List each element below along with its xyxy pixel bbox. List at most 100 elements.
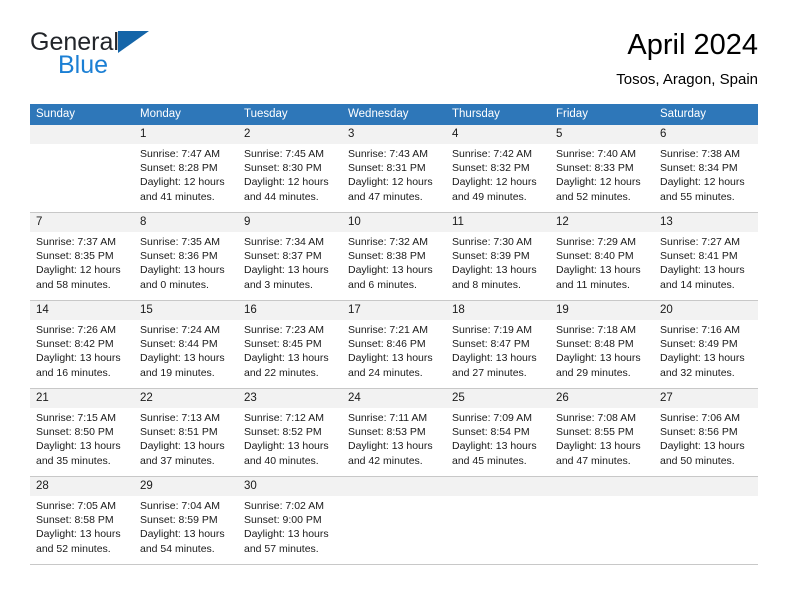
day-cell[interactable]: Sunrise: 7:13 AM Sunset: 8:51 PM Daylight:…	[134, 408, 238, 476]
day-number[interactable]: 3	[342, 125, 446, 144]
sunset-text: Sunset: 8:47 PM	[452, 338, 530, 351]
daylight-text-line2: and 57 minutes.	[244, 542, 319, 555]
day-cell[interactable]: Sunrise: 7:45 AM Sunset: 8:30 PM Daylight:…	[238, 144, 342, 212]
sunrise-text: Sunrise: 7:08 AM	[556, 412, 636, 424]
day-number-row: 21 22 23 24 25 26 27	[30, 389, 758, 408]
daylight-text-line1: Daylight: 13 hours	[244, 264, 329, 277]
daylight-text-line2: and 37 minutes.	[140, 454, 215, 467]
day-cell[interactable]: Sunrise: 7:16 AM Sunset: 8:49 PM Daylight:…	[654, 320, 758, 388]
day-number[interactable]: 14	[30, 301, 134, 320]
day-cell[interactable]: Sunrise: 7:06 AM Sunset: 8:56 PM Daylight:…	[654, 408, 758, 476]
day-cell[interactable]: Sunrise: 7:32 AM Sunset: 8:38 PM Daylight:…	[342, 232, 446, 300]
day-cell[interactable]: Sunrise: 7:02 AM Sunset: 9:00 PM Daylight:…	[238, 496, 342, 564]
sunrise-text: Sunrise: 7:38 AM	[660, 148, 740, 160]
daylight-text-line2: and 35 minutes.	[36, 454, 111, 467]
daylight-text-line2: and 3 minutes.	[244, 278, 313, 291]
day-cell[interactable]: Sunrise: 7:34 AM Sunset: 8:37 PM Daylight:…	[238, 232, 342, 300]
sunrise-text: Sunrise: 7:02 AM	[244, 500, 324, 512]
daylight-text-line1: Daylight: 13 hours	[556, 264, 641, 277]
daylight-text-line2: and 14 minutes.	[660, 278, 735, 291]
daylight-text-line2: and 11 minutes.	[556, 278, 630, 291]
sunrise-text: Sunrise: 7:35 AM	[140, 236, 220, 248]
day-cell[interactable]: Sunrise: 7:40 AM Sunset: 8:33 PM Daylight:…	[550, 144, 654, 212]
daylight-text-line1: Daylight: 13 hours	[36, 352, 121, 365]
day-number[interactable]: 24	[342, 389, 446, 408]
day-cell[interactable]: Sunrise: 7:43 AM Sunset: 8:31 PM Daylight:…	[342, 144, 446, 212]
day-cell[interactable]: Sunrise: 7:11 AM Sunset: 8:53 PM Daylight:…	[342, 408, 446, 476]
day-cell[interactable]: Sunrise: 7:23 AM Sunset: 8:45 PM Daylight:…	[238, 320, 342, 388]
daylight-text-line1: Daylight: 13 hours	[348, 264, 433, 277]
day-cell[interactable]: Sunrise: 7:19 AM Sunset: 8:47 PM Daylight:…	[446, 320, 550, 388]
daylight-text-line1: Daylight: 12 hours	[556, 176, 641, 189]
sunset-text: Sunset: 8:42 PM	[36, 338, 114, 351]
sunrise-text: Sunrise: 7:21 AM	[348, 324, 428, 336]
day-number[interactable]: 30	[238, 477, 342, 496]
day-number[interactable]: 19	[550, 301, 654, 320]
brand-logo[interactable]: General Blue	[30, 28, 250, 78]
day-cell[interactable]: Sunrise: 7:21 AM Sunset: 8:46 PM Daylight:…	[342, 320, 446, 388]
sunset-text: Sunset: 8:52 PM	[244, 426, 322, 439]
day-number-row: 14 15 16 17 18 19 20	[30, 301, 758, 320]
day-number[interactable]: 26	[550, 389, 654, 408]
day-cell[interactable]: Sunrise: 7:42 AM Sunset: 8:32 PM Daylight:…	[446, 144, 550, 212]
day-cell[interactable]: Sunrise: 7:27 AM Sunset: 8:41 PM Daylight:…	[654, 232, 758, 300]
day-cell[interactable]: Sunrise: 7:18 AM Sunset: 8:48 PM Daylight:…	[550, 320, 654, 388]
day-number[interactable]: 7	[30, 213, 134, 232]
day-number[interactable]: 11	[446, 213, 550, 232]
sunset-text: Sunset: 8:58 PM	[36, 514, 114, 527]
day-number[interactable]: 18	[446, 301, 550, 320]
daylight-text-line1: Daylight: 13 hours	[140, 264, 225, 277]
sunrise-text: Sunrise: 7:45 AM	[244, 148, 324, 160]
sunrise-text: Sunrise: 7:43 AM	[348, 148, 428, 160]
day-cell[interactable]: Sunrise: 7:37 AM Sunset: 8:35 PM Daylight:…	[30, 232, 134, 300]
day-number[interactable]: 28	[30, 477, 134, 496]
sunset-text: Sunset: 8:33 PM	[556, 162, 634, 175]
day-number[interactable]: 27	[654, 389, 758, 408]
sunset-text: Sunset: 8:53 PM	[348, 426, 426, 439]
day-number[interactable]: 12	[550, 213, 654, 232]
day-cell[interactable]: Sunrise: 7:08 AM Sunset: 8:55 PM Daylight:…	[550, 408, 654, 476]
calendar-weeks: 1 2 3 4 5 6 Sunrise: 7:47 AM Sunset: 8:28 PM Day…	[30, 125, 758, 565]
day-number[interactable]: 21	[30, 389, 134, 408]
daylight-text-line2: and 32 minutes.	[660, 366, 735, 379]
day-number[interactable]: 5	[550, 125, 654, 144]
sunrise-text: Sunrise: 7:32 AM	[348, 236, 428, 248]
day-number[interactable]: 22	[134, 389, 238, 408]
day-cell[interactable]: Sunrise: 7:29 AM Sunset: 8:40 PM Daylight:…	[550, 232, 654, 300]
daylight-text-line1: Daylight: 13 hours	[452, 352, 537, 365]
day-number[interactable]: 10	[342, 213, 446, 232]
day-number[interactable]: 9	[238, 213, 342, 232]
day-cell[interactable]: Sunrise: 7:24 AM Sunset: 8:44 PM Daylight:…	[134, 320, 238, 388]
day-cell[interactable]: Sunrise: 7:47 AM Sunset: 8:28 PM Daylight:…	[134, 144, 238, 212]
day-number[interactable]: 4	[446, 125, 550, 144]
daylight-text-line2: and 22 minutes.	[244, 366, 319, 379]
day-number[interactable]: 23	[238, 389, 342, 408]
day-cell[interactable]: Sunrise: 7:15 AM Sunset: 8:50 PM Daylight:…	[30, 408, 134, 476]
day-number[interactable]: 6	[654, 125, 758, 144]
day-number[interactable]: 29	[134, 477, 238, 496]
day-cell[interactable]: Sunrise: 7:35 AM Sunset: 8:36 PM Daylight:…	[134, 232, 238, 300]
day-cell[interactable]: Sunrise: 7:38 AM Sunset: 8:34 PM Daylight:…	[654, 144, 758, 212]
day-cell[interactable]: Sunrise: 7:05 AM Sunset: 8:58 PM Daylight:…	[30, 496, 134, 564]
daylight-text-line2: and 29 minutes.	[556, 366, 631, 379]
day-number[interactable]: 1	[134, 125, 238, 144]
weekday-header-wednesday: Wednesday	[348, 108, 409, 120]
sunrise-text: Sunrise: 7:27 AM	[660, 236, 740, 248]
day-cell[interactable]: Sunrise: 7:04 AM Sunset: 8:59 PM Daylight:…	[134, 496, 238, 564]
day-number[interactable]: 8	[134, 213, 238, 232]
day-number[interactable]: 16	[238, 301, 342, 320]
daylight-text-line1: Daylight: 13 hours	[140, 528, 225, 541]
day-number[interactable]: 25	[446, 389, 550, 408]
day-cell[interactable]: Sunrise: 7:12 AM Sunset: 8:52 PM Daylight:…	[238, 408, 342, 476]
day-number[interactable]: 20	[654, 301, 758, 320]
day-number[interactable]: 13	[654, 213, 758, 232]
day-number[interactable]: 2	[238, 125, 342, 144]
day-cell[interactable]: Sunrise: 7:30 AM Sunset: 8:39 PM Daylight:…	[446, 232, 550, 300]
day-number[interactable]: 15	[134, 301, 238, 320]
calendar-week-row: 21 22 23 24 25 26 27 Sunrise: 7:15 AM Sunset: 8:…	[30, 389, 758, 477]
day-cell[interactable]: Sunrise: 7:26 AM Sunset: 8:42 PM Daylight:…	[30, 320, 134, 388]
day-number[interactable]: 17	[342, 301, 446, 320]
daylight-text-line1: Daylight: 12 hours	[244, 176, 329, 189]
sunset-text: Sunset: 8:50 PM	[36, 426, 114, 439]
day-cell[interactable]: Sunrise: 7:09 AM Sunset: 8:54 PM Daylight:…	[446, 408, 550, 476]
